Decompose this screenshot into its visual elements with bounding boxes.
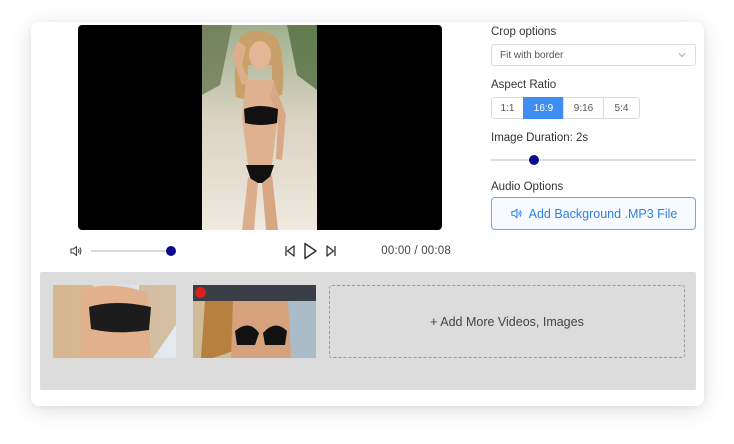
time-display: 00:00 / 00:08 — [381, 245, 451, 257]
volume-icon[interactable] — [69, 244, 83, 258]
add-mp3-label: Add Background .MP3 File — [528, 206, 678, 221]
video-preview — [78, 25, 442, 230]
timeline-clip-1[interactable] — [53, 285, 176, 358]
timeline-clip-2[interactable] — [193, 285, 316, 358]
add-more-media-button[interactable]: + Add More Videos, Images — [329, 285, 685, 358]
player-controls: 00:00 / 00:08 — [69, 241, 451, 261]
add-mp3-button[interactable]: Add Background .MP3 File — [491, 197, 696, 230]
aspect-option-1-1[interactable]: 1:1 — [491, 97, 524, 119]
recording-dot — [195, 287, 206, 298]
aspect-option-9-16[interactable]: 9:16 — [563, 97, 604, 119]
volume-fill — [91, 250, 171, 252]
duration-slider[interactable] — [491, 155, 696, 165]
chevron-down-icon — [678, 53, 686, 58]
aspect-ratio-label: Aspect Ratio — [491, 79, 557, 91]
clip-header-bar — [193, 285, 316, 301]
image-duration-label: Image Duration: 2s — [491, 132, 589, 144]
crop-options-label: Crop options — [491, 26, 557, 38]
volume-knob[interactable] — [166, 246, 176, 256]
skip-forward-icon[interactable] — [323, 243, 339, 259]
skip-back-icon[interactable] — [282, 243, 298, 259]
add-more-label: + Add More Videos, Images — [430, 314, 584, 329]
crop-options-select[interactable]: Fit with border — [491, 44, 696, 66]
speaker-icon — [510, 208, 522, 219]
media-timeline: + Add More Videos, Images — [40, 272, 696, 390]
preview-image — [202, 25, 317, 230]
duration-knob[interactable] — [529, 155, 540, 165]
volume-slider[interactable] — [91, 246, 176, 256]
aspect-option-16-9[interactable]: 16:9 — [523, 97, 564, 119]
play-icon[interactable] — [301, 241, 319, 261]
editor-card: 00:00 / 00:08 Crop options Fit with bord… — [31, 22, 704, 406]
aspect-ratio-group: 1:1 16:9 9:16 5:4 — [491, 97, 640, 119]
crop-options-value: Fit with border — [500, 50, 564, 61]
audio-options-label: Audio Options — [491, 181, 564, 193]
aspect-option-5-4[interactable]: 5:4 — [603, 97, 640, 119]
